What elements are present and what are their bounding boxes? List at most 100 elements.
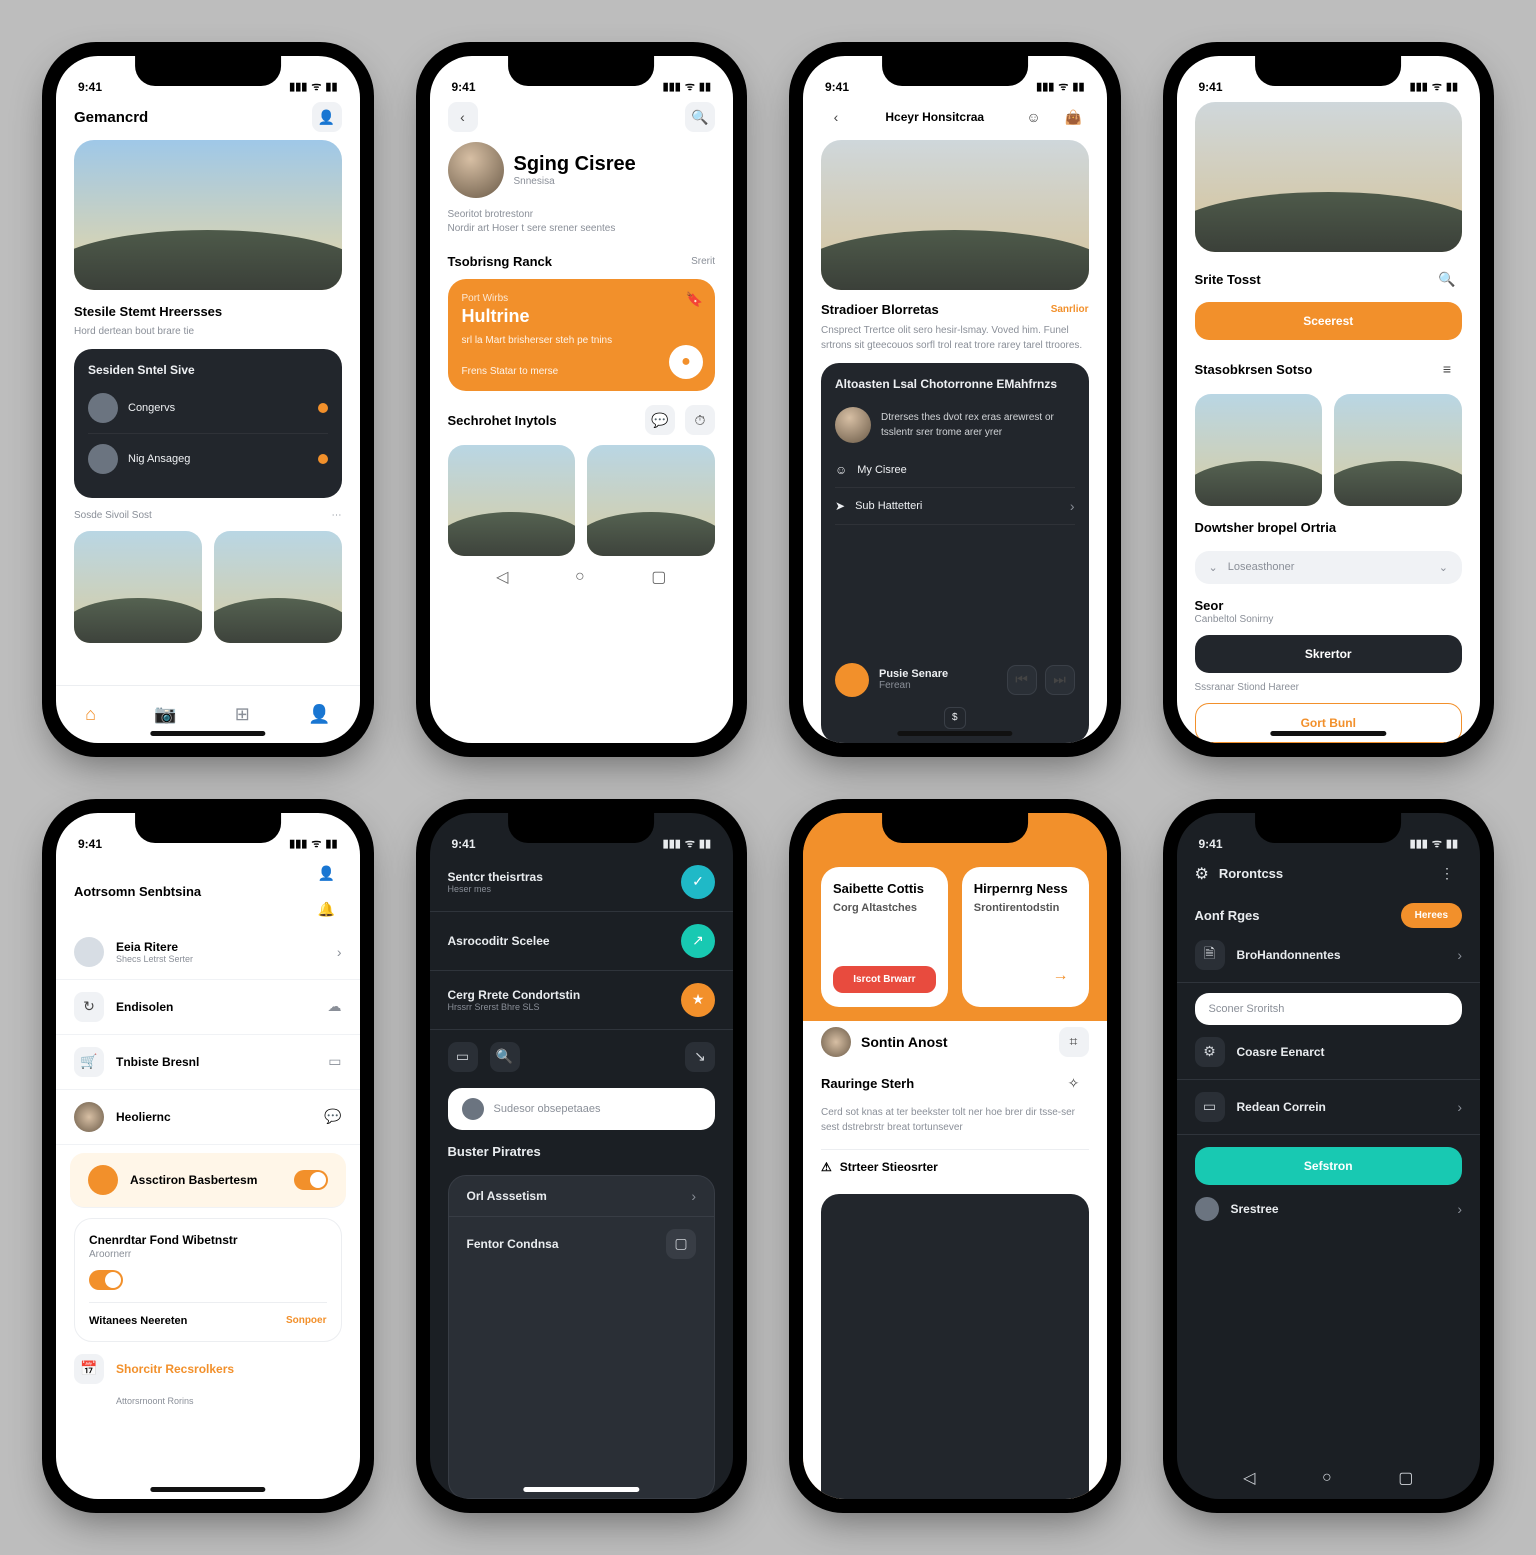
avatar[interactable] [821,1027,851,1057]
profile-icon[interactable]: 👤 [312,859,342,889]
thumbnail[interactable] [74,531,202,642]
tab-home-icon[interactable]: ⌂ [85,704,96,725]
tab-profile-icon[interactable]: 👤 [308,704,330,725]
card-row-1[interactable]: Congervs [88,383,328,434]
bookmark-icon[interactable]: 🔖 [686,291,703,308]
hero-image[interactable]: Quisnekosy [821,140,1089,290]
nav-recent-icon[interactable]: ▢ [1398,1468,1413,1488]
profile-icon[interactable]: 👤 [312,102,342,132]
list-item[interactable]: Sentcr theisrtrasHeser mes ✓ [430,853,734,912]
list-item[interactable]: ⚙ Coasre Eenarct [1177,1025,1481,1080]
section-link[interactable]: Srerit [691,256,715,267]
prev-icon[interactable]: ⏮ [1007,665,1037,695]
primary-button[interactable]: Sefstron [1195,1147,1463,1185]
list-item[interactable]: 🛒 Tnbiste Bresnl ▭ [56,1035,360,1090]
author-row[interactable]: ☺ My Cisree [835,453,1075,488]
warning-row[interactable]: ⚠ Strteer Stieosrter [821,1149,1089,1184]
menu-icon[interactable]: ⚙ [1195,864,1209,884]
bottom-card: Orl Asssetism › Fentor Condnsa ▢ [448,1175,716,1500]
page-dot[interactable] [1442,234,1450,242]
chat-icon[interactable]: 💬 [645,405,675,435]
card-row-2[interactable]: Nig Ansageg [88,434,328,484]
search-icon[interactable]: 🔍 [685,102,715,132]
list-icon[interactable]: ≡ [1432,354,1462,384]
thumbnail[interactable] [1334,394,1462,505]
currency-icon[interactable]: $ [944,707,966,729]
arrow-icon[interactable]: → [974,959,1077,993]
nav-recent-icon[interactable]: ▢ [651,567,666,587]
chip-button[interactable]: Herees [1401,903,1462,928]
android-nav: ◁ ○ ▢ [1177,1457,1481,1499]
search-icon[interactable]: 🔍 [490,1042,520,1072]
list-item[interactable]: Cerg Rrete CondortstinHrssrr Srerst Bhre… [430,971,734,1030]
list-item[interactable]: Eeia RitereShecs Letrst Serter › [56,925,360,980]
action-row[interactable]: ➤ Sub Hattetteri › [835,488,1075,525]
star-icon[interactable]: ✧ [1059,1069,1089,1099]
thumbnail[interactable] [448,445,576,556]
clock-icon[interactable]: ⏱ [685,405,715,435]
nav-back-icon[interactable]: ◁ [496,567,508,587]
smile-icon[interactable]: ☺ [1019,102,1049,132]
nav-home-icon[interactable]: ○ [1322,1469,1332,1487]
page-dot[interactable] [1414,234,1422,242]
thumbnail[interactable] [587,445,715,556]
nav-back-icon[interactable]: ◁ [1243,1468,1255,1488]
list-item[interactable]: ↻ Endisolen ☁ [56,980,360,1035]
next-icon[interactable]: ⏭ [1045,665,1075,695]
toggle[interactable] [89,1270,123,1290]
back-icon[interactable]: ‹ [448,102,478,132]
hero-image[interactable] [74,140,342,290]
more-icon[interactable]: ⋯ [332,510,342,521]
footer-row[interactable]: Attorsrnoont Rorins [56,1396,360,1418]
play-icon[interactable]: ● [669,345,703,379]
search-icon[interactable]: 🔍 [306,607,334,635]
more-icon[interactable]: ⋮ [1432,859,1462,889]
body-text: Cnsprect Trertce olit sero hesir-lsmay. … [803,317,1107,353]
bag-icon[interactable]: 👜 [1059,102,1089,132]
page-dot[interactable] [1428,234,1436,242]
back-icon[interactable]: ‹ [821,102,851,132]
avatar[interactable] [835,407,871,443]
dropdown-field[interactable]: ⌄ Loseasthoner ⌄ [1195,551,1463,584]
option-card-2[interactable]: Hirpernrg Ness Srontirentodstin → [962,867,1089,1007]
section-label: Sosde Sivoil Sost [74,510,152,521]
thumbnail[interactable] [1195,394,1323,505]
tab-grid-icon[interactable]: ⊞ [235,704,250,725]
footer-row[interactable]: 📅 Shorcitr Recsrolkers [56,1342,360,1396]
search-icon[interactable]: 🔍 [1432,264,1462,294]
cta-button[interactable]: Sceerest [1195,302,1463,340]
list-item[interactable]: ▭ Redean Correin › [1177,1080,1481,1135]
phone-dark-list: 9:41 ▮▮▮ᯤ▮▮ Sentcr theisrtrasHeser mes ✓… [416,799,748,1514]
section-link[interactable]: Sanrlior [1051,304,1089,315]
option-card-1[interactable]: Saibette Cottis Corg Altastches Isrcot B… [821,867,948,1007]
thumbnail[interactable]: 🔍 [214,531,342,642]
square-icon[interactable]: ▢ [666,1229,696,1259]
toggle[interactable] [294,1170,328,1190]
highlight-row[interactable]: Assctiron Basbertesm [70,1153,346,1208]
secondary-button[interactable]: Skrertor [1195,635,1463,673]
nav-home-icon[interactable]: ○ [575,568,585,586]
tab-camera-icon[interactable]: 📷 [154,704,176,725]
card-footer-text: Frens Statar to merse [462,366,702,377]
phone-cards-orange: Saibette Cottis Corg Altastches Isrcot B… [789,799,1121,1514]
scan-icon[interactable]: ⌗ [1059,1027,1089,1057]
list-item[interactable]: Fentor Condnsa ▢ [449,1217,715,1271]
card-cta[interactable]: Isrcot Brwarr [833,966,936,993]
search-field[interactable]: Sudesor obsepetaaes [448,1088,716,1130]
list-item[interactable]: Heoliernc 💬 [56,1090,360,1145]
footer-row[interactable]: Srestree › [1177,1185,1481,1233]
arrow-icon[interactable]: ↘ [685,1042,715,1072]
list-item[interactable]: Orl Asssetism › [449,1176,715,1217]
fab-icon[interactable] [835,663,869,697]
hero-image[interactable] [1195,102,1463,252]
link[interactable]: Sonpoer [286,1315,327,1326]
list-item[interactable]: Asrocoditr Scelee ↗ [430,912,734,971]
outline-button[interactable]: Gort Bunl [1195,703,1463,743]
bell-icon[interactable]: 🔔 [312,895,342,925]
card-icon[interactable]: ▭ [448,1042,478,1072]
featured-card[interactable]: Port Wirbs Hultrine srl la Mart brishers… [448,279,716,391]
avatar[interactable] [448,142,504,198]
text-field[interactable]: Sconer Sroritsh [1195,993,1463,1025]
dot-indicator [318,403,328,413]
list-item[interactable]: 🗎 BroHandonnentes › [1177,928,1481,983]
